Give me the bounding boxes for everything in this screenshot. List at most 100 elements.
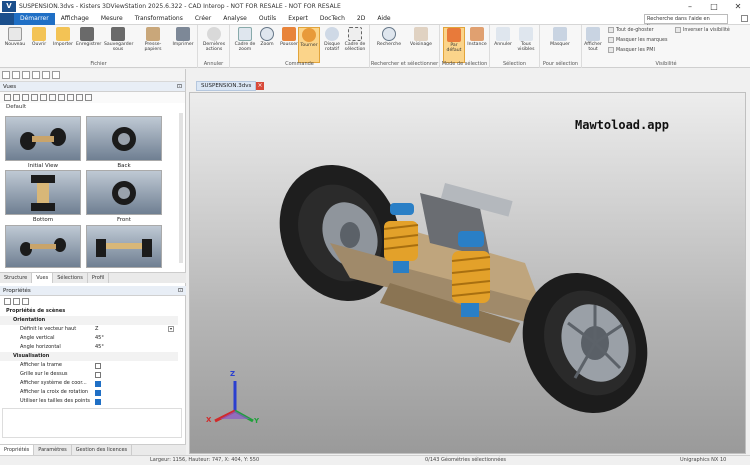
ouvrir-button[interactable]: Ouvrir — [28, 27, 50, 47]
cadre-zoom-button[interactable]: Cadre de zoom — [234, 27, 256, 52]
inverser-visibilite-item[interactable]: Inverser la visibilité — [675, 27, 730, 33]
document-close-icon[interactable]: × — [256, 82, 264, 90]
view-list-icon[interactable] — [76, 94, 83, 101]
tab-creer[interactable]: Créer — [189, 13, 217, 25]
par-defaut-button[interactable]: Par défaut — [443, 27, 465, 63]
ribbon-collapse-icon[interactable] — [741, 15, 748, 22]
up-vector-value[interactable]: Z — [95, 325, 98, 334]
tab-profil[interactable]: Profil — [88, 273, 110, 283]
expand-icon[interactable] — [4, 298, 11, 305]
presse-papiers-label: Presse-papiers — [144, 42, 162, 52]
view-export-icon[interactable] — [58, 94, 65, 101]
tab-aide[interactable]: Aide — [371, 13, 396, 25]
up-vector-dropdown-icon[interactable]: ▾ — [168, 326, 174, 332]
masquer-button[interactable]: Masquer — [549, 27, 571, 47]
recherche-button[interactable]: Recherche — [374, 27, 404, 47]
tab-licences[interactable]: Gestion des licences — [72, 445, 133, 455]
enregistrer-button[interactable]: Enregistrer — [76, 27, 101, 47]
importer-button[interactable]: Importer — [52, 27, 74, 47]
view-thumb-back[interactable]: Back — [86, 116, 162, 169]
sauvegarder-sous-button[interactable]: Sauvegarder sous — [104, 27, 133, 52]
suspension-model[interactable] — [190, 93, 746, 454]
views-scrollbar[interactable] — [179, 113, 183, 263]
ribbon-options[interactable] — [741, 15, 748, 22]
tous-visibles-button[interactable]: Tous visibles — [515, 27, 537, 52]
tab-analyse[interactable]: Analyse — [217, 13, 253, 25]
view-thumb-bottom[interactable]: Bottom — [5, 170, 81, 223]
views-default-group: Default — [6, 104, 27, 110]
tab-doctech[interactable]: DocTech — [314, 13, 351, 25]
masquer-pmi-item[interactable]: Masquer les PMI — [608, 47, 655, 53]
tab-vues[interactable]: Vues — [32, 273, 54, 283]
tab-mesure[interactable]: Mesure — [95, 13, 129, 25]
view-play-icon[interactable] — [49, 94, 56, 101]
disque-rotatif-button[interactable]: Disque rotatif — [321, 27, 343, 52]
view-grid-icon[interactable] — [85, 94, 92, 101]
view-thumb-label: Initial View — [27, 163, 59, 169]
view-down-icon[interactable] — [31, 94, 38, 101]
minimize-button[interactable]: – — [678, 0, 702, 13]
tab-2d[interactable]: 2D — [351, 13, 371, 25]
view-thumb-front[interactable]: Front — [86, 170, 162, 223]
tab-demarrer[interactable]: Démarrer — [14, 12, 55, 25]
tab-expert[interactable]: Expert — [282, 13, 314, 25]
masquer-marques-item[interactable]: Masquer les marques — [608, 37, 667, 43]
tab-outils[interactable]: Outils — [253, 13, 282, 25]
view-thumb-5[interactable] — [5, 225, 81, 268]
save-icon-small[interactable] — [22, 71, 30, 79]
print-icon-small[interactable] — [32, 71, 40, 79]
close-button[interactable]: ✕ — [726, 0, 750, 13]
tout-de-ghoster-item[interactable]: Tout de-ghoster — [608, 27, 654, 33]
annuler-selection-button[interactable]: Annuler — [492, 27, 514, 47]
tab-proprietes[interactable]: Propriétés — [0, 445, 35, 455]
view-thumb-initial[interactable]: Initial View — [5, 116, 81, 169]
3d-viewport[interactable]: Mawtoload.app Z X Y — [189, 92, 746, 454]
grid-on-top-checkbox[interactable] — [95, 371, 101, 378]
maximize-button[interactable]: □ — [702, 0, 726, 13]
view-thumb-6[interactable] — [86, 225, 162, 268]
suspension-thumb-icon — [112, 126, 136, 151]
visualisation-section[interactable]: Visualisation — [0, 352, 178, 361]
ribbon-group-pour-selection: Masquer Pour sélection — [540, 25, 582, 68]
app-menu-button[interactable] — [0, 12, 14, 25]
tab-affichage[interactable]: Affichage — [55, 13, 95, 25]
collapse-icon[interactable] — [13, 298, 20, 305]
view-settings-icon[interactable] — [67, 94, 74, 101]
zoom-button[interactable]: Zoom — [256, 27, 278, 47]
view-thumb-label: Back — [117, 163, 131, 169]
sort-icon[interactable] — [22, 298, 29, 305]
tourner-button[interactable]: Tourner — [298, 27, 320, 63]
open-icon[interactable] — [12, 71, 20, 79]
show-frame-checkbox[interactable] — [95, 362, 101, 369]
tab-structure[interactable]: Structure — [0, 273, 33, 283]
pin-icon[interactable]: ⊡ — [177, 82, 182, 92]
view-delete-icon[interactable] — [13, 94, 20, 101]
voisinage-button[interactable]: Voisinage — [406, 27, 436, 47]
help-search-input[interactable]: Recherche dans l'aide en ligne... — [644, 14, 728, 30]
instance-button[interactable]: Instance — [466, 27, 488, 47]
cadre-selection-button[interactable]: Cadre de sélection — [343, 27, 367, 52]
coord-system-checkbox[interactable] — [95, 380, 101, 387]
document-tab[interactable]: SUSPENSION.3dvs — [196, 81, 257, 91]
horizontal-angle-value[interactable]: 45° — [95, 343, 104, 352]
undo-icon-small[interactable] — [42, 71, 50, 79]
dernieres-actions-button[interactable]: Dernières actions — [202, 27, 226, 52]
nouveau-button[interactable]: Nouveau — [4, 27, 26, 47]
presse-papiers-button[interactable]: Presse-papiers — [137, 27, 169, 52]
rotation-cross-checkbox[interactable] — [95, 389, 101, 396]
tab-selections[interactable]: Sélections — [53, 273, 88, 283]
view-up-icon[interactable] — [22, 94, 29, 101]
imprimer-button[interactable]: Imprimer — [172, 27, 194, 47]
new-icon[interactable] — [2, 71, 10, 79]
pousser-button[interactable]: Pousser — [278, 27, 300, 47]
point-sizes-checkbox[interactable] — [95, 398, 101, 405]
vertical-angle-value[interactable]: 45° — [95, 334, 104, 343]
redo-icon-small[interactable] — [52, 71, 60, 79]
tab-transformations[interactable]: Transformations — [129, 13, 189, 25]
view-update-icon[interactable] — [40, 94, 47, 101]
view-add-icon[interactable] — [4, 94, 11, 101]
pin-icon[interactable]: ⊡ — [178, 286, 183, 296]
orientation-section[interactable]: Orientation — [0, 316, 178, 325]
afficher-tout-button[interactable]: Afficher tout — [582, 27, 604, 52]
tab-parametres[interactable]: Paramètres — [34, 445, 72, 455]
